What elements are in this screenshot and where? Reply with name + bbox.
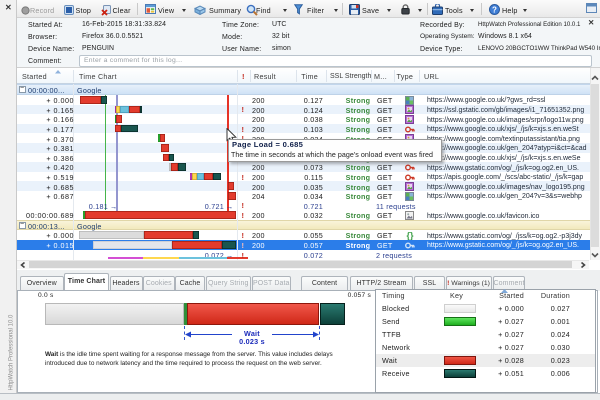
svg-text:{}: {} xyxy=(406,231,414,240)
svg-text:?: ? xyxy=(492,5,497,14)
